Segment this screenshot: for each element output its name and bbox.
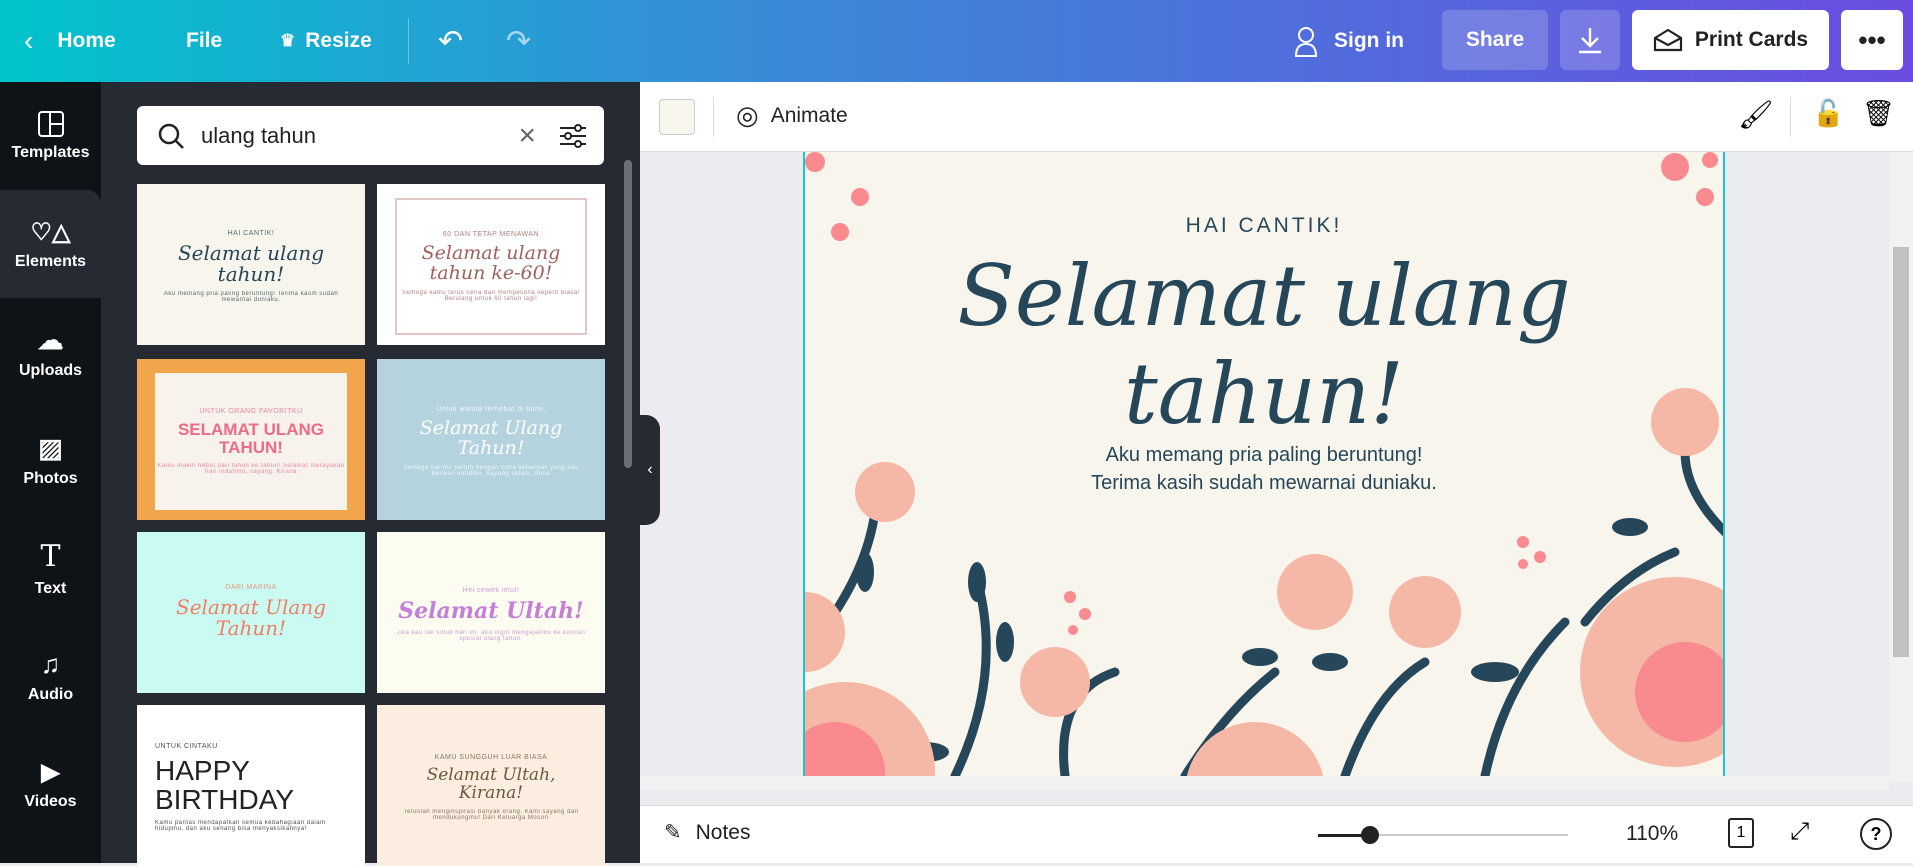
canvas-vertical-scrollbar[interactable] <box>1889 152 1913 782</box>
template-title: Selamat ulang tahun ke-60! <box>421 242 561 284</box>
collapse-panel-button[interactable]: ‹ <box>640 415 660 525</box>
template-small-text: UNTUK CINTAKU <box>155 742 218 750</box>
template-body: Semoga harimu penuh dengan cinta sebanya… <box>403 464 579 477</box>
design-title[interactable]: Selamat ulang tahun! <box>805 247 1723 443</box>
undo-icon[interactable]: ↶ <box>438 0 463 82</box>
sidebar-item-text[interactable]: T Text <box>0 514 101 622</box>
print-cards-button[interactable]: Print Cards <box>1632 10 1829 70</box>
template-small-text: UNTUK ORANG FAVORITKU <box>199 408 303 416</box>
lock-icon[interactable]: 🔓 <box>1812 98 1844 129</box>
zoom-slider-handle[interactable] <box>1361 826 1379 844</box>
elements-icon: ♡△ <box>30 218 71 246</box>
template-title: Selamat Ultah, Kirana! <box>426 765 556 803</box>
background-color-swatch[interactable] <box>659 99 695 135</box>
trash-icon[interactable]: 🗑 <box>1862 98 1895 129</box>
top-bar: ‹ Home File ♛ Resize ↶ ↷ Sign in Share Pri… <box>0 0 1913 82</box>
template-thumbnail[interactable]: HAI CANTIK! Selamat ulang tahun! Aku meman… <box>137 184 365 345</box>
template-title: Selamat Ulang Tahun! <box>176 595 326 640</box>
resize-button[interactable]: ♛ Resize <box>280 0 372 82</box>
template-thumbnail[interactable]: UNTUK ORANG FAVORITKU SELAMAT ULANG TAHUN… <box>137 359 365 520</box>
sidebar-item-templates[interactable]: Templates <box>0 82 101 190</box>
user-icon <box>1294 26 1318 57</box>
sidebar-item-videos[interactable]: ▶ Videos <box>0 730 101 838</box>
sidebar-rail: Templates ♡△ Elements ☁ Uploads ▨ Photos TT… <box>0 82 101 863</box>
download-icon <box>1579 28 1601 54</box>
template-small-text: HAI CANTIK! <box>227 230 275 237</box>
sidebar-item-uploads[interactable]: ☁ Uploads <box>0 298 101 406</box>
template-small-text: KAMU SUNGGUH LUAR BIASA <box>434 754 548 762</box>
template-title: Selamat Ulang Tahun! <box>419 417 563 459</box>
share-button[interactable]: Share <box>1442 10 1548 70</box>
template-thumbnail[interactable]: DARI MARINA Selamat Ulang Tahun! <box>137 532 365 693</box>
notes-icon: ✎ <box>664 821 682 844</box>
template-thumbnail[interactable]: KAMU SUNGGUH LUAR BIASA Selamat Ultah, Ki… <box>377 705 605 866</box>
search-box[interactable]: ulang tahun × <box>137 106 604 165</box>
bottom-bar: ✎ Notes 110% 1 ⤢ ? <box>640 805 1913 863</box>
envelope-icon <box>1653 28 1682 52</box>
template-thumbnail[interactable]: Untuk wanita terhebat di bumi, Selamat Ul… <box>377 359 605 520</box>
template-body: Kamu makin hebat dari tahun ke tahun! Se… <box>157 462 345 475</box>
sign-in-button[interactable]: Sign in <box>1294 0 1404 82</box>
paint-roller-icon[interactable]: 🖌 <box>1738 98 1774 131</box>
redo-icon[interactable]: ↷ <box>506 0 531 82</box>
home-button[interactable]: ‹ Home <box>24 0 116 82</box>
notes-button[interactable]: ✎ Notes <box>664 820 750 845</box>
fullscreen-icon[interactable]: ⤢ <box>1790 818 1809 846</box>
chevron-left-icon: ‹ <box>24 25 34 56</box>
crown-icon: ♛ <box>280 31 296 50</box>
template-body: Teruslah menginspirasi banyak orang. Kam… <box>403 808 579 821</box>
template-body: Jika kau tak sibuk hari ini, aku ingin m… <box>396 629 586 642</box>
template-thumbnail[interactable]: 60 DAN TETAP MENAWAN Selamat ulang tahun … <box>377 184 605 345</box>
design-message-line-2[interactable]: Terima kasih sudah mewarnai duniaku. <box>805 472 1723 495</box>
templates-panel: ulang tahun × HAI CANTIK! Selamat ulang t… <box>101 82 640 866</box>
design-message-line-1[interactable]: Aku memang pria paling beruntung! <box>805 444 1723 467</box>
templates-icon <box>37 111 64 137</box>
panel-scrollbar[interactable] <box>624 160 632 468</box>
template-thumbnail[interactable]: UNTUK CINTAKU HAPPY BIRTHDAY Kamu pantas m… <box>137 705 365 866</box>
page-count-button[interactable]: 1 <box>1728 818 1754 848</box>
template-title: SELAMAT ULANG TAHUN! <box>177 420 325 457</box>
text-icon: T <box>40 538 61 574</box>
more-options-button[interactable]: ••• <box>1841 10 1903 70</box>
template-small-text: 60 DAN TETAP MENAWAN <box>442 231 540 239</box>
template-body: Aku memang pria paling beruntung! Terima… <box>163 291 339 303</box>
zoom-level[interactable]: 110% <box>1626 822 1678 846</box>
template-title: HAPPY BIRTHDAY <box>155 754 294 815</box>
photos-icon: ▨ <box>38 432 63 463</box>
template-thumbnail[interactable]: Hei cewek imut! Selamat Ultah! Jika kau ta… <box>377 532 605 693</box>
search-icon <box>158 123 184 149</box>
video-icon: ▶ <box>41 758 60 786</box>
download-button[interactable] <box>1560 10 1620 70</box>
zoom-slider[interactable] <box>1318 826 1568 844</box>
animate-button[interactable]: ◎ Animate <box>736 100 848 131</box>
filter-icon[interactable] <box>558 123 588 149</box>
audio-icon: ♫ <box>40 648 61 679</box>
animate-icon: ◎ <box>736 100 759 130</box>
template-body: Kamu pantas mendapatkan semua kebahagiaa… <box>155 820 326 833</box>
editor-toolbar: ◎ Animate 🖌 🔓 🗑 <box>640 82 1913 152</box>
sidebar-item-photos[interactable]: ▨ Photos <box>0 406 101 514</box>
template-title: Selamat ulang tahun! <box>177 241 325 286</box>
sidebar-item-elements[interactable]: ♡△ Elements <box>0 190 101 298</box>
template-small-text: DARI MARINA <box>225 584 277 591</box>
file-menu[interactable]: File <box>186 0 222 82</box>
search-input[interactable]: ulang tahun <box>201 123 518 149</box>
upload-icon: ☁ <box>37 324 64 355</box>
design-small-heading[interactable]: HAI CANTIK! <box>805 214 1723 238</box>
clear-icon[interactable]: × <box>518 119 536 153</box>
design-canvas[interactable]: HAI CANTIK! Selamat ulang tahun! Aku mem… <box>803 152 1725 776</box>
sidebar-item-audio[interactable]: ♫ Audio <box>0 622 101 730</box>
template-body: Semoga kamu terus ceria dan mempesona se… <box>401 289 581 302</box>
template-title: Selamat Ultah! <box>398 598 584 625</box>
template-small-text: Untuk wanita terhebat di bumi, <box>436 406 546 414</box>
canvas-horizontal-scrollbar[interactable] <box>640 776 1889 790</box>
template-small-text: Hei cewek imut! <box>462 587 520 595</box>
help-button[interactable]: ? <box>1860 818 1892 850</box>
